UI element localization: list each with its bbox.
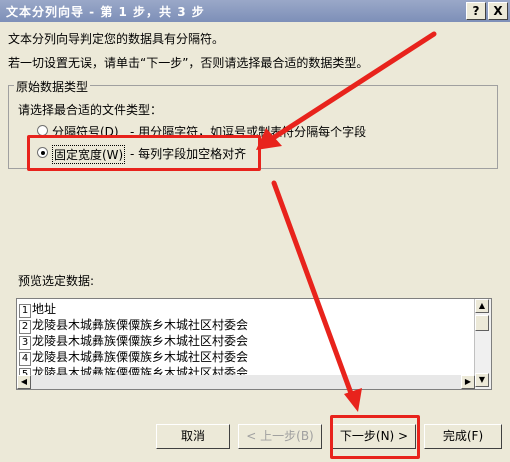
arrow-head-icon bbox=[344, 388, 362, 412]
arrow-line bbox=[267, 31, 437, 143]
arrow-line bbox=[271, 180, 355, 399]
annotation-arrows bbox=[256, 31, 437, 412]
arrow-head-icon bbox=[256, 128, 282, 150]
